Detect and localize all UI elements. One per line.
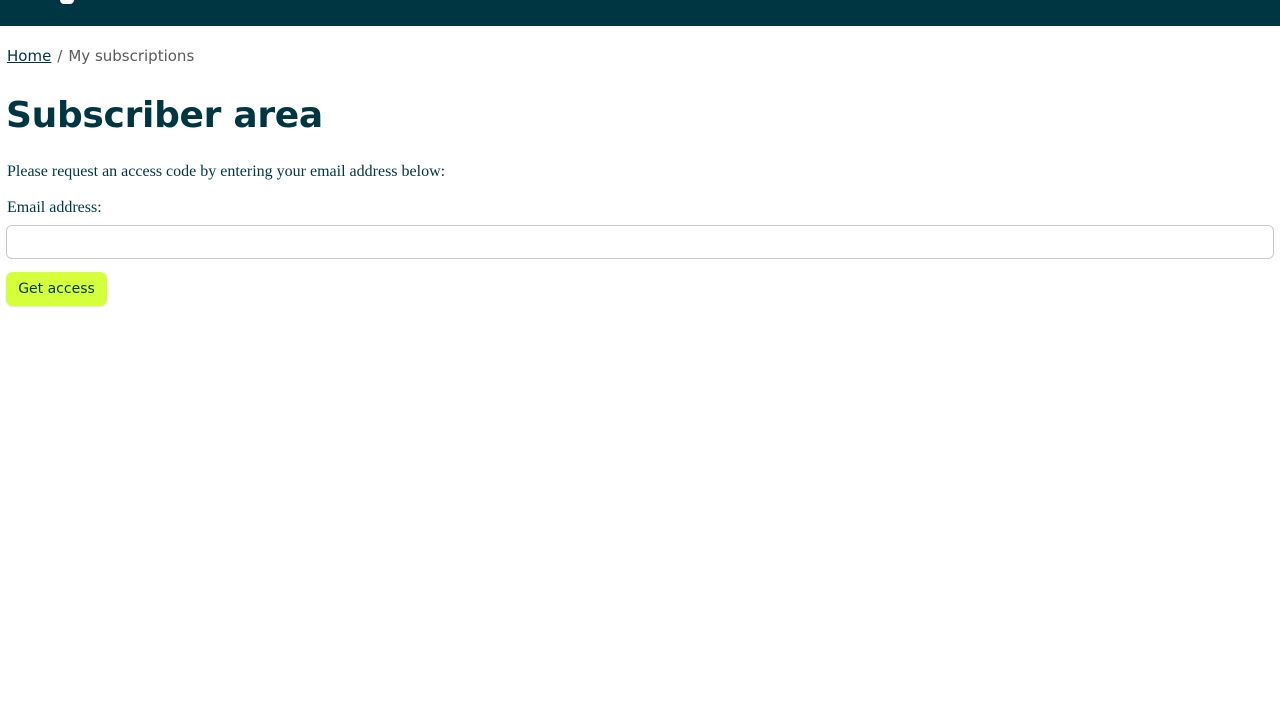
breadcrumb-home-link[interactable]: Home — [7, 47, 51, 65]
header-button[interactable] — [1216, 0, 1272, 1]
site-header — [0, 0, 1280, 26]
breadcrumb-separator: / — [57, 47, 63, 65]
breadcrumb-current: My subscriptions — [68, 47, 195, 65]
breadcrumb: Home / My subscriptions — [7, 46, 194, 66]
site-logo[interactable] — [60, 0, 74, 4]
email-field[interactable] — [6, 225, 1274, 259]
get-access-button[interactable]: Get access — [6, 272, 107, 306]
header-button[interactable] — [1161, 0, 1205, 1]
page-title: Subscriber area — [6, 95, 323, 136]
email-label: Email address: — [7, 199, 102, 216]
intro-text: Please request an access code by enterin… — [7, 163, 446, 180]
